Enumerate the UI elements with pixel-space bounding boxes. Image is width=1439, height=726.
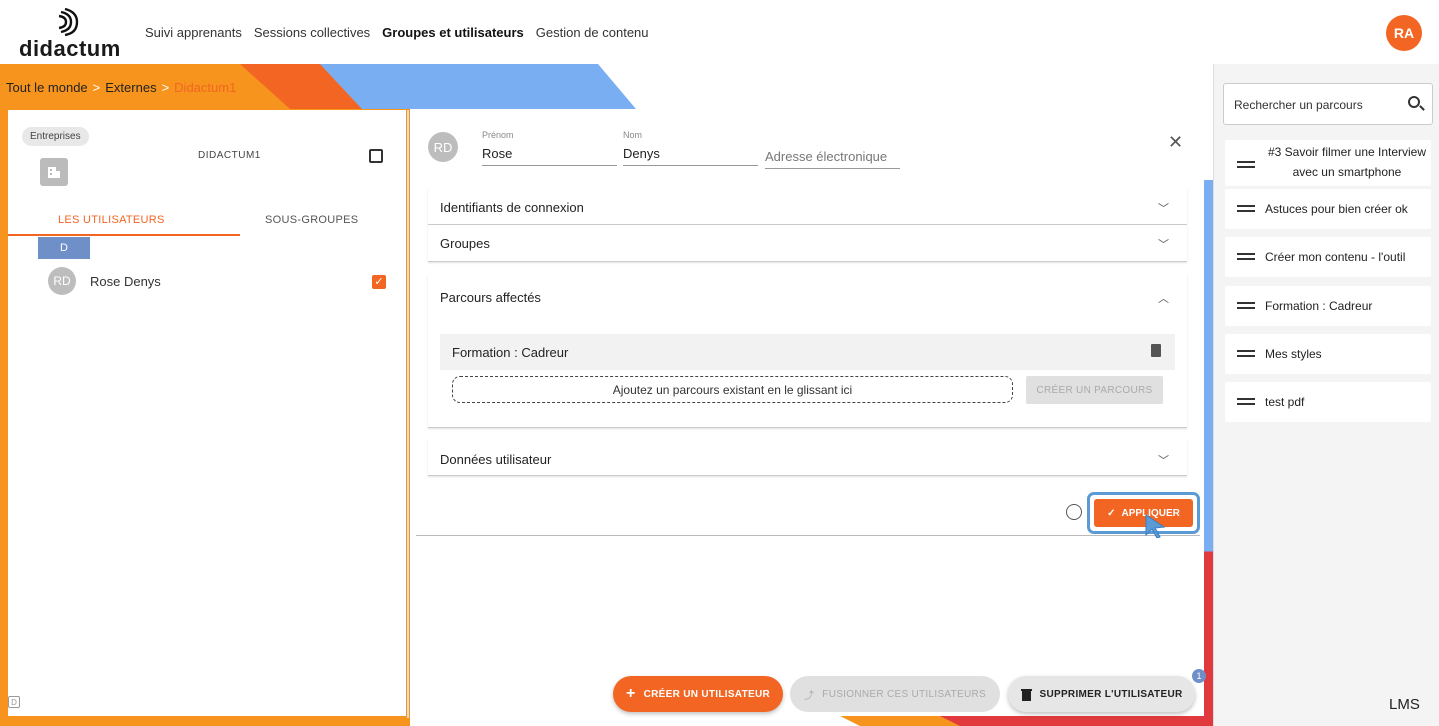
section-login-title: Identifiants de connexion	[440, 200, 584, 215]
course-item[interactable]: #3 Savoir filmer une Interview avec un s…	[1225, 140, 1431, 186]
group-checkbox[interactable]	[369, 149, 383, 163]
last-name-label: Nom	[623, 130, 643, 140]
breadcrumb-externes[interactable]: Externes	[105, 80, 156, 95]
drag-handle-icon[interactable]	[1237, 350, 1255, 357]
section-courses: Parcours affectés ︿ Formation : Cadreur …	[428, 274, 1187, 428]
course-title: test pdf	[1265, 395, 1305, 409]
drag-handle-icon[interactable]	[1237, 398, 1255, 405]
first-name-label: Prénom	[482, 130, 514, 140]
nav-sessions-collectives[interactable]: Sessions collectives	[254, 25, 370, 40]
drag-handle-icon[interactable]	[1237, 161, 1255, 168]
letter-header: D	[38, 237, 90, 259]
delete-user-label: SUPPRIMER L'UTILISATEUR	[1039, 688, 1183, 700]
breadcrumb: Tout le monde > Externes > Didactum1	[6, 80, 236, 95]
drag-handle-icon[interactable]	[1237, 205, 1255, 212]
user-checkbox[interactable]: ✓	[372, 275, 386, 289]
merge-users-button[interactable]: ⤴ FUSIONNER CES UTILISATEURS	[790, 676, 1000, 712]
app-header: didactum Suivi apprenants Sessions colle…	[0, 0, 1439, 64]
plus-icon: +	[625, 685, 636, 702]
assigned-course-row: Formation : Cadreur	[440, 334, 1175, 370]
merge-users-label: FUSIONNER CES UTILISATEURS	[822, 688, 987, 700]
chevron-down-icon: ﹀	[1158, 203, 1169, 215]
delete-user-button[interactable]: SUPPRIMER L'UTILISATEUR	[1008, 676, 1195, 712]
create-user-button[interactable]: + CRÉER UN UTILISATEUR	[613, 676, 783, 712]
section-groups[interactable]: Groupes ﹀	[428, 225, 1187, 262]
mouse-cursor-icon	[1145, 514, 1166, 538]
user-detail-avatar: RD	[428, 132, 458, 162]
section-groups-title: Groupes	[440, 236, 490, 251]
create-course-button[interactable]: CRÉER UN PARCOURS	[1026, 376, 1163, 404]
trash-icon	[1020, 688, 1032, 701]
group-name: DIDACTUM1	[198, 150, 261, 161]
section-courses-title[interactable]: Parcours affectés	[440, 290, 541, 305]
search-icon[interactable]	[1408, 96, 1420, 108]
first-name-input[interactable]: Rose	[482, 146, 617, 166]
user-name: Rose Denys	[90, 273, 161, 289]
section-user-data-title: Données utilisateur	[440, 452, 552, 467]
assigned-course-title: Formation : Cadreur	[452, 345, 569, 360]
apply-button[interactable]: ✓ APPLIQUER	[1094, 499, 1193, 527]
course-search-input[interactable]: Rechercher un parcours	[1223, 83, 1433, 125]
last-name-field[interactable]: Nom Denys	[623, 130, 758, 166]
logo-mark-icon	[58, 8, 79, 36]
user-avatar[interactable]: RA	[1386, 15, 1422, 51]
section-user-data[interactable]: Données utilisateur ﹀	[428, 439, 1187, 476]
course-title: #3 Savoir filmer une Interview avec un s…	[1267, 145, 1427, 179]
course-drop-zone[interactable]: Ajoutez un parcours existant en le gliss…	[452, 376, 1013, 403]
course-title: Créer mon contenu - l'outil	[1265, 250, 1406, 264]
user-list-item[interactable]: RD Rose Denys	[48, 267, 161, 295]
breadcrumb-tout-le-monde[interactable]: Tout le monde	[6, 80, 88, 95]
group-type-chip: Entreprises	[22, 127, 89, 146]
first-name-field[interactable]: Prénom Rose	[482, 130, 617, 166]
history-icon[interactable]	[1066, 504, 1082, 520]
close-icon[interactable]: ✕	[1168, 132, 1183, 153]
drag-handle-icon[interactable]	[1237, 253, 1255, 260]
last-name-input[interactable]: Denys	[623, 146, 758, 166]
selection-count-badge: 1	[1192, 669, 1206, 683]
email-field[interactable]: Adresse électronique	[765, 130, 900, 169]
lms-brand: LMS	[1389, 696, 1420, 713]
brand-logo[interactable]: didactum	[19, 6, 129, 61]
course-sidebar: Rechercher un parcours #3 Savoir filmer …	[1213, 64, 1439, 726]
nav-groupes-utilisateurs[interactable]: Groupes et utilisateurs	[382, 25, 524, 40]
section-login[interactable]: Identifiants de connexion ﹀	[428, 188, 1187, 225]
main-nav: Suivi apprenants Sessions collectives Gr…	[145, 25, 649, 40]
trash-icon[interactable]	[1151, 344, 1161, 357]
chevron-up-icon[interactable]: ︿	[1158, 290, 1169, 306]
tab-indicator	[8, 234, 240, 236]
drag-handle-icon[interactable]	[1237, 302, 1255, 309]
create-user-label: CRÉER UN UTILISATEUR	[643, 688, 771, 700]
course-search-placeholder: Rechercher un parcours	[1234, 98, 1363, 112]
group-panel: Entreprises DIDACTUM1 LES UTILISATEURS S…	[8, 110, 406, 716]
breadcrumb-separator: >	[161, 80, 170, 95]
merge-icon: ⤴	[803, 690, 815, 702]
chevron-down-icon: ﹀	[1158, 455, 1169, 467]
apply-highlight: ✓ APPLIQUER	[1087, 492, 1200, 534]
course-item[interactable]: Créer mon contenu - l'outil	[1225, 237, 1431, 277]
building-icon	[40, 158, 68, 186]
email-input[interactable]: Adresse électronique	[765, 149, 900, 169]
course-title: Mes styles	[1265, 347, 1322, 361]
chevron-down-icon: ﹀	[1158, 239, 1169, 251]
course-title: Formation : Cadreur	[1265, 299, 1373, 313]
course-title: Astuces pour bien créer ok	[1265, 202, 1408, 216]
course-item[interactable]: Formation : Cadreur	[1225, 286, 1431, 326]
breadcrumb-current: Didactum1	[174, 80, 237, 95]
nav-gestion-contenu[interactable]: Gestion de contenu	[536, 25, 649, 40]
tab-subgroups[interactable]: SOUS-GROUPES	[265, 214, 358, 226]
background-bottom	[0, 716, 1212, 726]
course-item[interactable]: Astuces pour bien créer ok	[1225, 189, 1431, 229]
nav-suivi-apprenants[interactable]: Suivi apprenants	[145, 25, 242, 40]
course-item[interactable]: Mes styles	[1225, 334, 1431, 374]
panel-divider[interactable]	[407, 110, 409, 718]
corner-badge: D	[8, 696, 20, 708]
user-avatar-small: RD	[48, 267, 76, 295]
breadcrumb-separator: >	[92, 80, 101, 95]
tab-users[interactable]: LES UTILISATEURS	[58, 214, 165, 226]
course-item[interactable]: test pdf	[1225, 382, 1431, 422]
user-detail-panel: RD Prénom Rose Nom Denys Adresse électro…	[416, 114, 1200, 538]
check-icon: ✓	[1107, 507, 1116, 519]
logo-text: didactum	[19, 36, 121, 61]
